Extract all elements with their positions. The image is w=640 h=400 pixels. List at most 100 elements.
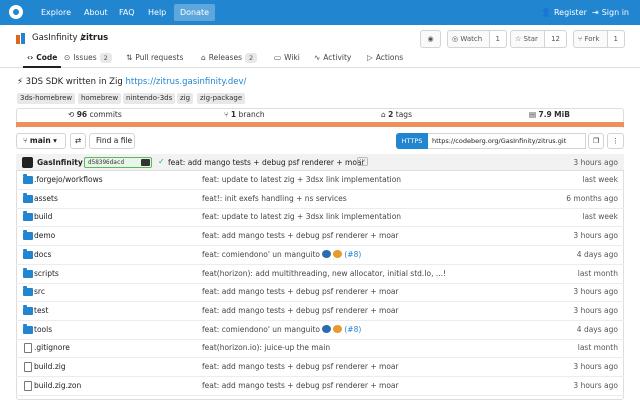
repo-description: ⚡ 3DS SDK written in Zig https://zitrus.… <box>17 77 246 87</box>
file-name-link[interactable]: docs <box>34 250 51 259</box>
file-commit-message[interactable]: feat!: init exefs handling + ns services <box>202 194 347 203</box>
tab-wiki[interactable]: ▭ Wiki <box>274 48 300 68</box>
more-options-button[interactable]: ⋮ <box>607 133 624 149</box>
topic-homebrew[interactable]: homebrew <box>78 93 122 104</box>
branch-selector[interactable]: ⑂ main ▾ <box>16 133 66 149</box>
tab-actions-label: Actions <box>375 53 404 62</box>
star-icon: ☆ <box>515 35 522 43</box>
website-link[interactable]: https://zitrus.gasinfinity.dev/ <box>125 77 246 87</box>
issue-link[interactable]: (#8) <box>344 250 361 259</box>
file-name-link[interactable]: test <box>34 306 48 315</box>
file-commit-message-text: feat: add mango tests + debug psf render… <box>202 305 399 315</box>
repo-icon <box>16 33 25 44</box>
commit-sha: d58396dacd <box>88 159 125 166</box>
file-name-link[interactable]: tools <box>34 325 52 334</box>
commit-sha-button[interactable]: d58396dacd <box>84 157 152 168</box>
commits-stat[interactable]: ⟲ 96 commits <box>68 110 122 119</box>
tab-wiki-label: Wiki <box>284 53 300 62</box>
file-name-link[interactable]: .gitignore <box>34 343 70 352</box>
tab-releases[interactable]: ⌂ Releases 2 <box>201 48 258 68</box>
file-commit-time: 3 hours ago <box>573 380 618 390</box>
tab-activity[interactable]: ∿ Activity <box>314 48 351 68</box>
folder-icon <box>23 211 33 222</box>
file-commit-message[interactable]: feat(horizon): add multithreading, new a… <box>202 269 446 278</box>
chevron-down-icon: ▾ <box>53 136 57 145</box>
file-commit-message[interactable]: feat: comiendono' un manguito (#8) <box>202 324 361 334</box>
tags-stat[interactable]: ⌂ 2 tags <box>381 110 412 119</box>
topic-zig[interactable]: zig <box>177 93 194 104</box>
commit-message[interactable]: feat: add mango tests + debug psf render… <box>168 158 365 167</box>
mango-emoji-icon <box>332 324 342 333</box>
signin-label: Sign in <box>601 8 629 17</box>
tab-pull-requests[interactable]: ⇅ Pull requests <box>126 48 183 68</box>
file-name-link[interactable]: .forgejo/workflows <box>34 175 103 184</box>
file-commit-time: 3 hours ago <box>573 287 618 297</box>
language-bar[interactable] <box>16 122 624 127</box>
fork-button[interactable]: ⑂ Fork 1 <box>573 30 625 48</box>
star-button[interactable]: ☆ Star 12 <box>510 30 567 48</box>
copy-url-button[interactable]: ❐ <box>588 133 604 149</box>
file-commit-message[interactable]: feat: add mango tests + debug psf render… <box>202 306 399 315</box>
file-icon <box>24 343 32 354</box>
find-file-button[interactable]: Find a file <box>89 133 135 149</box>
file-name-link[interactable]: assets <box>34 194 58 203</box>
file-row: tools feat: comiendono' un manguito (#8) 4… <box>16 321 624 340</box>
nav-faq[interactable]: FAQ <box>116 4 138 21</box>
file-commit-message[interactable]: feat: add mango tests + debug psf render… <box>202 231 399 240</box>
file-commit-message[interactable]: feat: add mango tests + debug psf render… <box>202 362 399 371</box>
topic-zig-package[interactable]: zig-package <box>197 93 246 104</box>
rss-button[interactable]: ◉ <box>420 30 441 48</box>
register-link[interactable]: 👤 Register <box>538 4 590 21</box>
nav-about[interactable]: About <box>81 4 111 21</box>
file-commit-message[interactable]: feat: add mango tests + debug psf render… <box>202 381 399 390</box>
compare-button[interactable]: ⇄ <box>70 133 86 149</box>
tab-issues[interactable]: ⊙ Issues 2 <box>64 48 112 68</box>
forgejo-logo-icon[interactable] <box>9 5 23 19</box>
folder-icon <box>23 323 33 334</box>
file-row: docs feat: comiendono' un manguito (#8) 4 … <box>16 246 624 265</box>
file-name-link[interactable]: src <box>34 287 45 296</box>
watch-button[interactable]: ◎ Watch 1 <box>447 30 507 48</box>
repo-name-link[interactable]: zitrus <box>81 33 108 43</box>
topic-3ds-homebrew[interactable]: 3ds-homebrew <box>17 93 76 104</box>
file-commit-message[interactable]: feat: add mango tests + debug psf render… <box>202 287 399 296</box>
fork-count[interactable]: 1 <box>606 31 624 47</box>
file-name-link[interactable]: scripts <box>34 269 59 278</box>
watch-label: Watch <box>460 35 483 43</box>
nav-help[interactable]: Help <box>145 4 169 21</box>
signature-icon <box>141 159 150 166</box>
check-icon: ✓ <box>158 157 165 166</box>
nav-donate[interactable]: Donate <box>174 4 216 21</box>
commit-author[interactable]: GasInfinity <box>37 158 83 167</box>
file-commit-message[interactable]: feat: update to latest zig + 3dsx link i… <box>202 175 401 184</box>
file-name-link[interactable]: build.zig.zon <box>34 381 81 390</box>
eye-icon: ◎ <box>452 35 459 43</box>
author-avatar[interactable] <box>22 157 33 168</box>
file-name-link[interactable]: build <box>34 212 52 221</box>
star-count[interactable]: 12 <box>544 31 566 47</box>
file-name-link[interactable]: build.zig <box>34 362 66 371</box>
file-commit-time: 6 months ago <box>566 193 618 203</box>
file-commit-time: 4 days ago <box>576 324 618 334</box>
file-commit-message[interactable]: feat: update to latest zig + 3dsx link i… <box>202 212 401 221</box>
commit-expand-button[interactable]: ··· <box>357 157 368 166</box>
topic-nintendo-3ds[interactable]: nintendo-3ds <box>123 93 176 104</box>
branches-stat[interactable]: ⑂ 1 branch <box>224 110 265 119</box>
branch-icon: ⑂ <box>224 110 229 119</box>
commit-time: 3 hours ago <box>573 158 618 167</box>
signin-link[interactable]: ⇥ Sign in <box>589 4 632 21</box>
nav-explore[interactable]: Explore <box>38 4 74 21</box>
database-icon: ▤ <box>529 110 537 119</box>
watch-count[interactable]: 1 <box>488 31 506 47</box>
file-commit-message[interactable]: feat: comiendono' un manguito (#8) <box>202 249 361 259</box>
file-commit-message[interactable]: feat(horizon.io): juice-up the main <box>202 343 330 352</box>
tab-code[interactable]: ‹› Code <box>23 48 62 68</box>
clone-url-input[interactable]: https://codeberg.org/GasInfinity/zitrus.… <box>428 133 586 149</box>
issue-link[interactable]: (#8) <box>344 325 361 334</box>
https-button[interactable]: HTTPS <box>396 133 428 149</box>
repo-owner-link[interactable]: GasInfinity / <box>32 33 83 43</box>
file-commit-message-text: feat: add mango tests + debug psf render… <box>202 380 399 390</box>
file-name-link[interactable]: demo <box>34 231 55 240</box>
tab-actions[interactable]: ▷ Actions <box>367 48 403 68</box>
file-commit-time: 3 hours ago <box>573 231 618 241</box>
